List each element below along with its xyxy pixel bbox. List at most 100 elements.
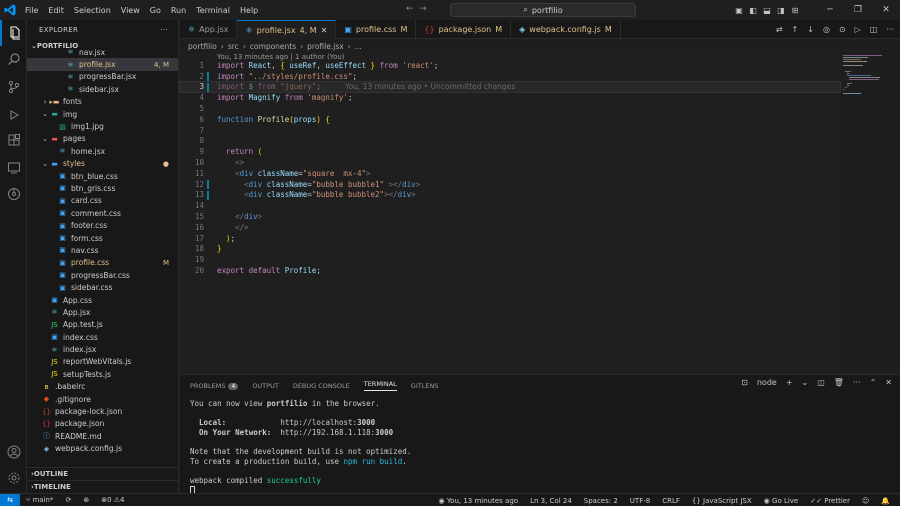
- code-line[interactable]: 8: [180, 136, 840, 147]
- source-control-icon[interactable]: [0, 74, 27, 100]
- explorer-icon[interactable]: [0, 20, 27, 46]
- copilot-icon[interactable]: ▣: [732, 6, 746, 15]
- code-line[interactable]: 12 <div className="bubble bubble1" ></di…: [180, 179, 840, 190]
- prettier-button[interactable]: ✓✓ Prettier: [804, 497, 856, 505]
- encoding[interactable]: UTF-8: [624, 497, 656, 505]
- file-item[interactable]: ⚛ App.jsx: [27, 306, 178, 318]
- close-panel-icon[interactable]: ✕: [885, 378, 892, 387]
- menu-item[interactable]: Selection: [69, 6, 116, 15]
- file-item[interactable]: ⚛ sidebar.jsx: [27, 83, 178, 95]
- open-preview-icon[interactable]: ▷: [855, 25, 861, 34]
- cursor-position[interactable]: Ln 3, Col 24: [524, 497, 578, 505]
- file-item[interactable]: {} package.json: [27, 418, 178, 430]
- terminal-local-port[interactable]: 3000: [357, 418, 375, 427]
- code-line[interactable]: 16 </>: [180, 222, 840, 233]
- file-item[interactable]: {} package-lock.json: [27, 405, 178, 417]
- file-item[interactable]: ▣ profile.css M: [27, 257, 178, 269]
- file-item[interactable]: ⚛ nav.jsx: [27, 46, 178, 58]
- file-item[interactable]: ▣ card.css: [27, 195, 178, 207]
- panel-tab[interactable]: DEBUG CONSOLE: [293, 382, 350, 390]
- file-item[interactable]: ⚛ progressBar.jsx: [27, 71, 178, 83]
- account-icon[interactable]: [0, 439, 27, 465]
- more-actions-icon[interactable]: ···: [886, 25, 894, 34]
- code-line[interactable]: 6 function Profile(props) {: [180, 114, 840, 125]
- nav-arrows[interactable]: ← →: [406, 4, 427, 14]
- menu-item[interactable]: Help: [235, 6, 263, 15]
- file-item[interactable]: ⓘ README.md: [27, 430, 178, 442]
- open-changes-icon[interactable]: ⇄: [776, 25, 783, 34]
- code-line[interactable]: 20 export default Profile;: [180, 265, 840, 276]
- file-item[interactable]: ▣ comment.css: [27, 207, 178, 219]
- split-editor-icon[interactable]: ◫: [870, 25, 878, 34]
- file-item[interactable]: ⚛ home.jsx: [27, 145, 178, 157]
- sync-icon[interactable]: ⟳: [59, 496, 77, 504]
- file-item[interactable]: JS App.test.js: [27, 319, 178, 331]
- code-line[interactable]: 14: [180, 200, 840, 211]
- panel-tab[interactable]: PROBLEMS 4: [190, 382, 239, 390]
- folder-item[interactable]: ⌄ ▬ styles ●: [27, 158, 178, 170]
- close-window-icon[interactable]: ✕: [872, 5, 900, 15]
- menu-item[interactable]: Edit: [43, 6, 69, 15]
- file-item[interactable]: ▣ form.css: [27, 232, 178, 244]
- command-center-search[interactable]: ⌕ portfilio: [450, 3, 636, 17]
- code-line[interactable]: 10 <>: [180, 157, 840, 168]
- file-item[interactable]: ▣ progressBar.css: [27, 269, 178, 281]
- previous-change-icon[interactable]: ↑: [792, 25, 799, 34]
- run-debug-icon[interactable]: [0, 102, 27, 128]
- file-item[interactable]: ▣ App.css: [27, 294, 178, 306]
- back-arrow-icon[interactable]: ←: [406, 4, 414, 14]
- editor-tab[interactable]: {} package.json M: [416, 20, 512, 39]
- breadcrumb-item[interactable]: components: [250, 42, 296, 51]
- folder-item[interactable]: ⌄ ▬ pages: [27, 133, 178, 145]
- close-tab-icon[interactable]: ✕: [321, 26, 328, 35]
- indentation[interactable]: Spaces: 2: [578, 497, 624, 505]
- minimize-icon[interactable]: ─: [816, 5, 844, 15]
- terminal-local-url[interactable]: http://localhost:: [280, 418, 357, 427]
- code-line[interactable]: 19: [180, 254, 840, 265]
- code-line[interactable]: 7: [180, 125, 840, 136]
- file-item[interactable]: JS setupTests.js: [27, 368, 178, 380]
- code-line[interactable]: 5: [180, 103, 840, 114]
- breadcrumb-item[interactable]: ...: [355, 42, 362, 51]
- menu-item[interactable]: Run: [166, 6, 191, 15]
- more-actions-icon[interactable]: ···: [853, 378, 861, 387]
- restore-icon[interactable]: ❐: [844, 5, 872, 15]
- file-item[interactable]: ⚛ profile.jsx 4, M: [27, 58, 178, 71]
- panel-tab[interactable]: OUTPUT: [252, 382, 279, 390]
- branch-indicator[interactable]: ⑂ main*: [20, 496, 59, 504]
- feedback-icon[interactable]: ☺: [856, 497, 875, 505]
- file-item[interactable]: ▣ btn_blue.css: [27, 170, 178, 182]
- gitlens-icon[interactable]: [0, 181, 27, 207]
- manage-gear-icon[interactable]: [0, 465, 27, 491]
- file-item[interactable]: ▣ footer.css: [27, 219, 178, 231]
- editor-tab[interactable]: ▣ profile.css M: [336, 20, 417, 39]
- breadcrumb-item[interactable]: portfilio: [188, 42, 217, 51]
- file-item[interactable]: ▣ btn_gris.css: [27, 182, 178, 194]
- panel-tab[interactable]: GITLENS: [411, 382, 439, 390]
- code-line[interactable]: 13 <div className="bubble bubble2"></div…: [180, 190, 840, 201]
- terminal-network-port[interactable]: 3000: [375, 428, 393, 437]
- folder-item[interactable]: › ▸▬ fonts: [27, 96, 178, 108]
- timeline-section[interactable]: › TIMELINE: [27, 480, 178, 492]
- blame-indicator[interactable]: ◉ You, 13 minutes ago: [432, 497, 524, 505]
- code-line[interactable]: 17 );: [180, 233, 840, 244]
- more-actions-icon[interactable]: ···: [160, 26, 168, 34]
- toggle-panel-icon[interactable]: ⬓: [760, 6, 774, 15]
- menu-item[interactable]: View: [116, 6, 145, 15]
- split-terminal-icon[interactable]: ◫: [817, 378, 825, 387]
- extensions-icon[interactable]: [0, 128, 27, 154]
- problems-indicator[interactable]: ⊗0 ⚠4: [95, 496, 130, 504]
- file-item[interactable]: ʙ .babelrc: [27, 381, 178, 393]
- code-line[interactable]: 11 <div className="square mx-4">: [180, 168, 840, 179]
- terminal-network-url[interactable]: http://192.168.1.118:: [280, 428, 375, 437]
- code-line[interactable]: 2 import "../styles/profile.css";: [180, 71, 840, 82]
- file-item[interactable]: ⚛ index.jsx: [27, 343, 178, 355]
- language-mode[interactable]: {} JavaScript JSX: [686, 497, 758, 505]
- file-item[interactable]: JS reportWebVitals.js: [27, 356, 178, 368]
- editor-tab[interactable]: ◈ webpack.config.js M: [511, 20, 621, 39]
- file-item[interactable]: ◆ .gitignore: [27, 393, 178, 405]
- next-change-icon[interactable]: ↓: [807, 25, 814, 34]
- toggle-sidebar-icon[interactable]: ◧: [746, 6, 760, 15]
- folder-item[interactable]: ⌄ ▬ img: [27, 108, 178, 120]
- file-item[interactable]: ▣ sidebar.css: [27, 281, 178, 293]
